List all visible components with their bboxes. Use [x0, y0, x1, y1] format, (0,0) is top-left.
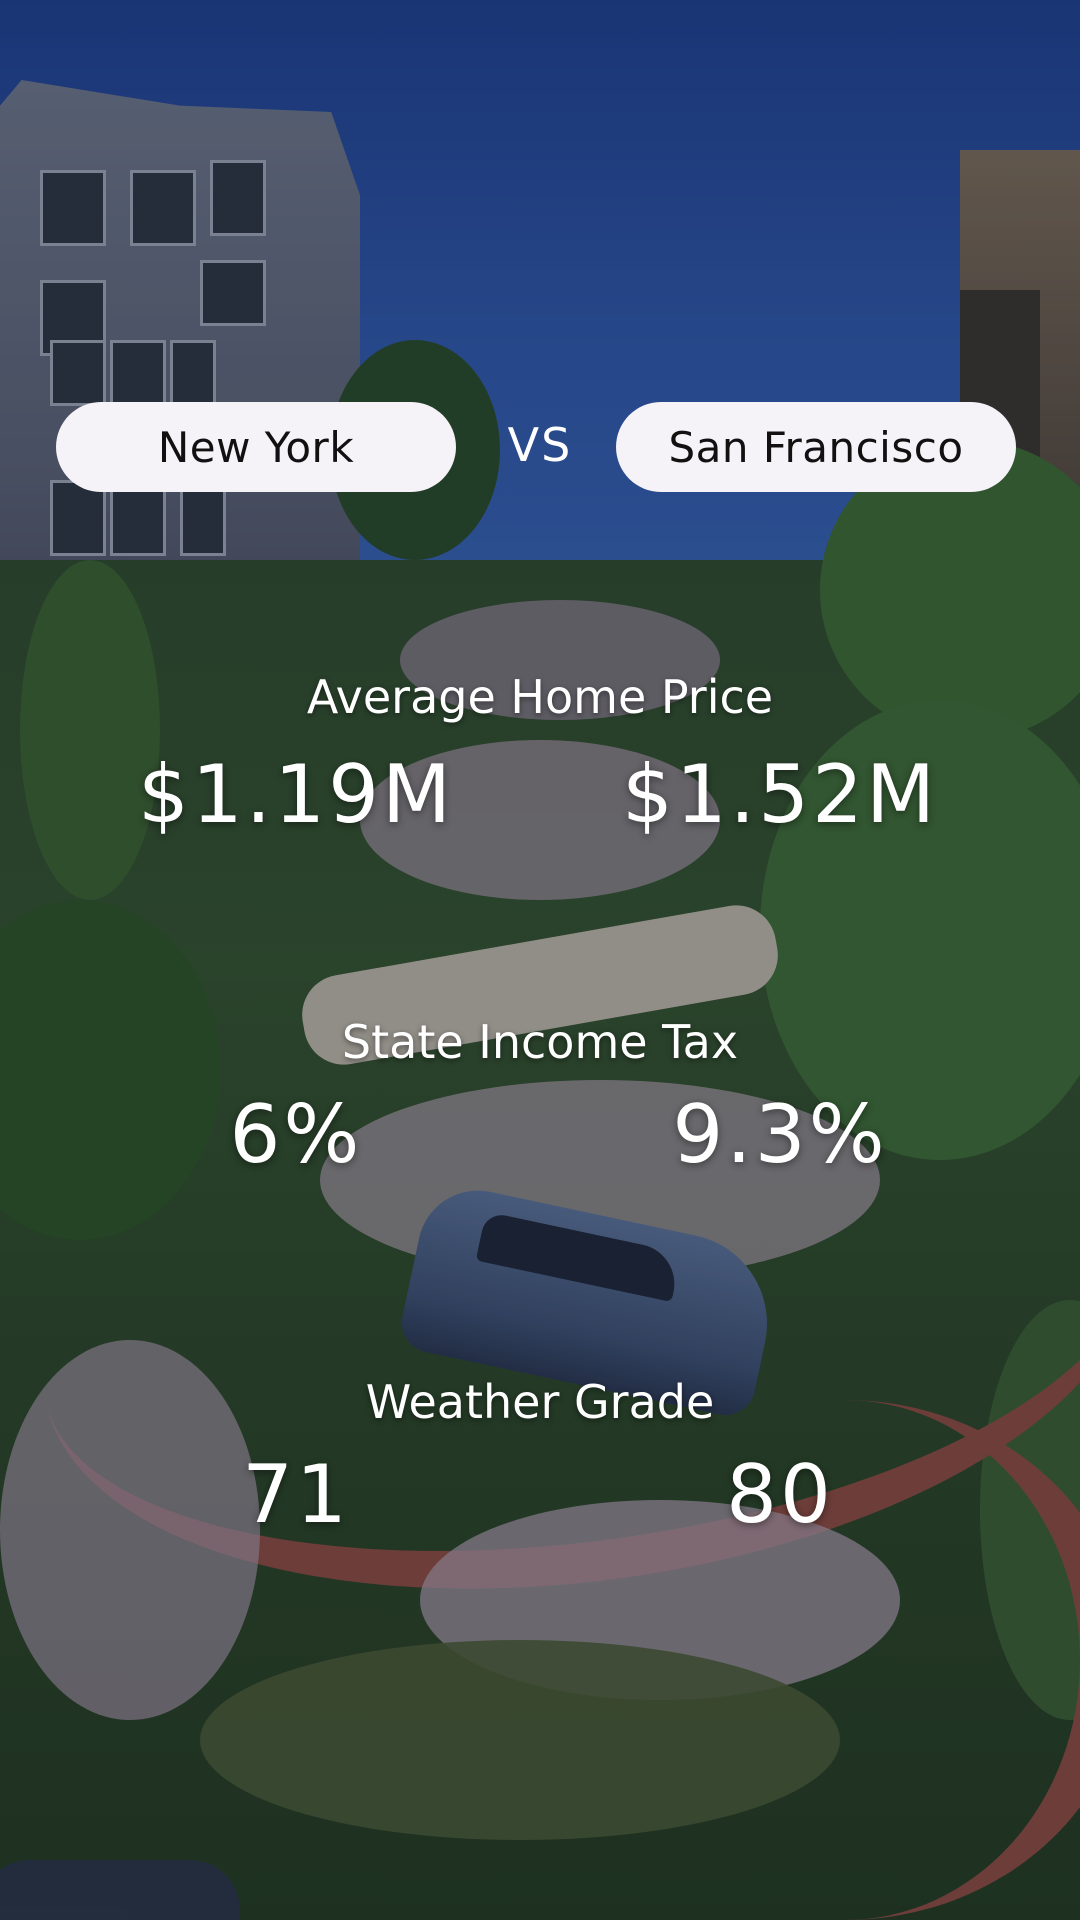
stat-value-income-tax-left: 6% [229, 1088, 363, 1181]
background-photo [0, 0, 1080, 1920]
app-screen: New York VS San Francisco Average Home P… [0, 0, 1080, 1920]
stat-value-income-tax-right: 9.3% [672, 1088, 888, 1181]
city-pill-left: New York [56, 402, 456, 492]
stat-title-weather-grade: Weather Grade [365, 1375, 715, 1429]
stat-title-home-price: Average Home Price [306, 670, 774, 724]
city-label-left: New York [157, 422, 355, 472]
stat-value-home-price-left: $1.19M [137, 748, 455, 841]
stat-value-weather-right: 80 [726, 1448, 834, 1541]
stat-title-income-tax: State Income Tax [341, 1015, 739, 1069]
stat-value-home-price-right: $1.52M [621, 748, 939, 841]
dim-overlay [0, 0, 1080, 1920]
stat-value-weather-left: 71 [242, 1448, 350, 1541]
vs-label: VS [507, 418, 573, 472]
city-label-right: San Francisco [668, 422, 964, 472]
city-pill-right: San Francisco [616, 402, 1016, 492]
